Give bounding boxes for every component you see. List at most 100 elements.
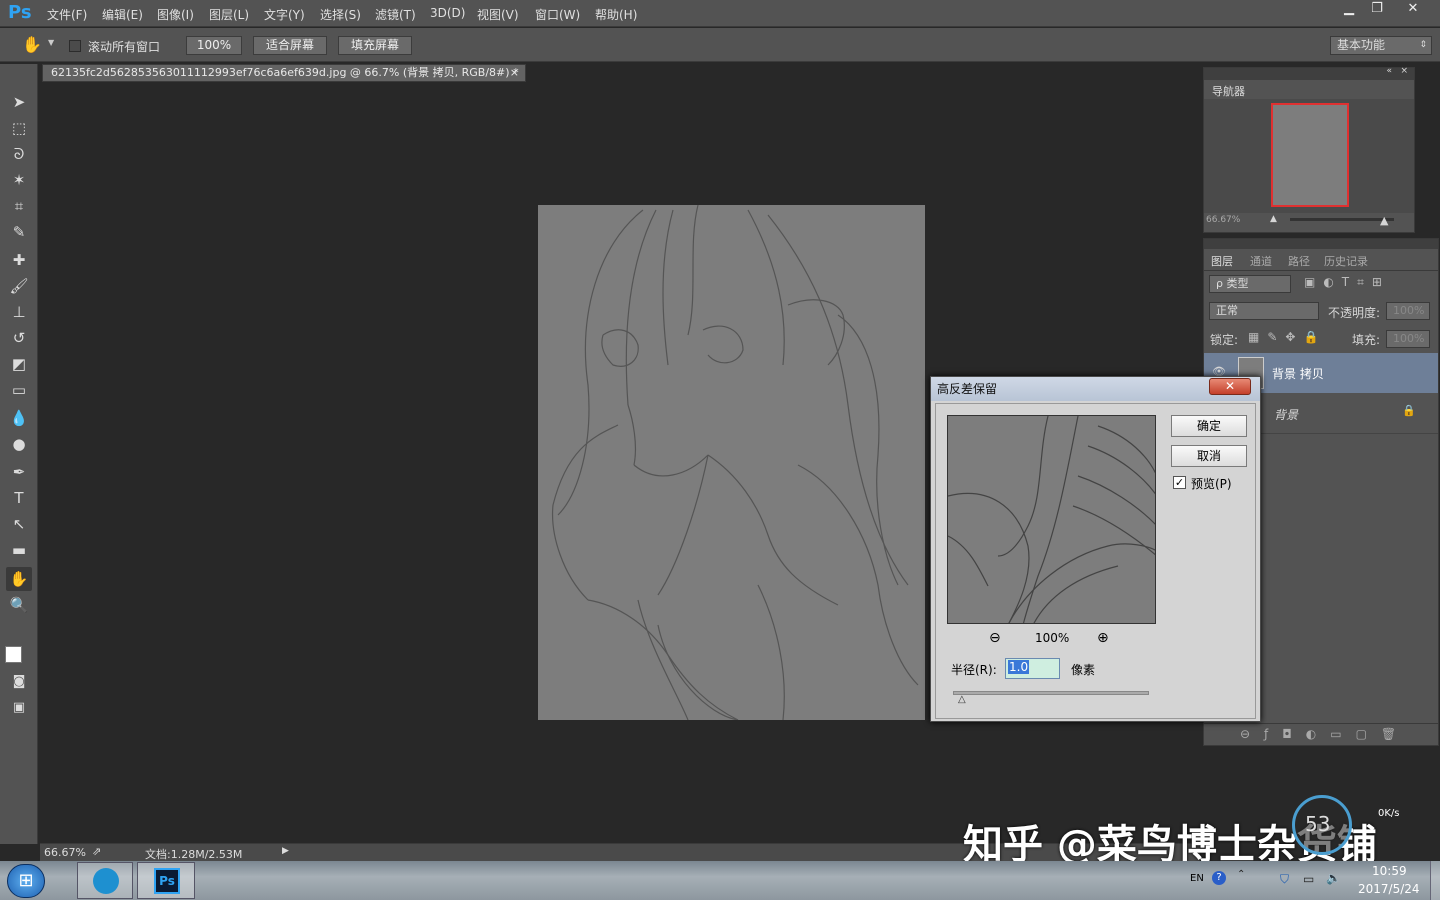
chevron-down-icon[interactable]: ▼ xyxy=(48,38,54,47)
zoom-icon[interactable]: 🔍 xyxy=(6,593,32,617)
menu-help[interactable]: 帮助(H) xyxy=(595,6,637,23)
dialog-close-button[interactable]: ✕ xyxy=(1209,378,1251,395)
radius-input[interactable]: 1.0 xyxy=(1005,658,1060,679)
filter-icons[interactable]: ▣◐T⌗⊞ xyxy=(1304,275,1390,290)
fill-input[interactable]: 100% xyxy=(1386,330,1430,348)
layer-action-icons[interactable]: ⊖ƒ◘◐▭▢🗑 xyxy=(1240,727,1410,741)
blur-icon[interactable]: 💧 xyxy=(6,406,32,430)
move-icon[interactable]: ➤ xyxy=(6,90,32,114)
history-brush-icon[interactable]: ↺ xyxy=(6,326,32,350)
pen-icon[interactable]: ✒ xyxy=(6,460,32,484)
tab-layers[interactable]: 图层 xyxy=(1207,251,1243,269)
opacity-input[interactable]: 100% xyxy=(1386,302,1430,320)
navigator-zoom[interactable]: 66.67% xyxy=(1206,215,1240,225)
lang-indicator[interactable]: EN xyxy=(1190,873,1204,884)
blend-mode-select[interactable]: 正常 xyxy=(1209,302,1319,320)
quick-mask-icon[interactable]: ◙ xyxy=(6,670,32,694)
radius-unit: 像素 xyxy=(1071,663,1096,677)
menu-view[interactable]: 视图(V) xyxy=(477,6,519,23)
shape-icon[interactable]: ▬ xyxy=(6,538,32,562)
clock-date[interactable]: 2017/5/24 xyxy=(1358,882,1420,896)
tab-paths[interactable]: 路径 xyxy=(1288,253,1310,269)
navigator-zoom-slider[interactable] xyxy=(1290,218,1394,221)
screen-mode-icon[interactable]: ▣ xyxy=(6,696,32,720)
menu-window[interactable]: 窗口(W) xyxy=(535,6,580,23)
lasso-icon[interactable]: ᘐ xyxy=(6,142,32,166)
show-desktop-button[interactable] xyxy=(1430,861,1440,900)
zoom-in-icon[interactable]: ⊕ xyxy=(1097,630,1109,646)
navigator-viewport-box[interactable] xyxy=(1271,103,1349,207)
brush-icon[interactable]: 🖌 xyxy=(6,274,32,298)
zoom-out-mountain-icon[interactable]: ▲ xyxy=(1270,214,1277,224)
menu-file[interactable]: 文件(F) xyxy=(47,6,87,23)
restore-button[interactable]: ❐ xyxy=(1362,0,1392,20)
dodge-icon[interactable]: ● xyxy=(6,432,32,456)
help-icon[interactable]: ? xyxy=(1212,871,1226,885)
windows-start-icon[interactable]: ⊞ xyxy=(7,864,45,898)
menu-filter[interactable]: 滤镜(T) xyxy=(375,6,416,23)
status-menu-arrow-icon[interactable]: ▶ xyxy=(282,846,289,856)
line-art-image xyxy=(551,204,919,721)
tray-arrow-icon[interactable]: ⌃ xyxy=(1237,869,1245,880)
network-icon[interactable]: ▭ xyxy=(1303,872,1314,886)
type-icon[interactable]: T xyxy=(6,486,32,510)
magic-wand-icon[interactable]: ✶ xyxy=(6,168,32,192)
eyedropper-icon[interactable]: ✎ xyxy=(6,220,32,244)
menu-edit[interactable]: 编辑(E) xyxy=(102,6,143,23)
taskbar-app-browser[interactable] xyxy=(77,862,133,899)
healing-icon[interactable]: ✚ xyxy=(6,248,32,272)
radius-slider-track[interactable] xyxy=(953,691,1149,695)
zoom-in-mountain-icon[interactable]: ▲ xyxy=(1380,214,1388,227)
menu-type[interactable]: 文字(Y) xyxy=(264,6,305,23)
navigator-panel-header: « × xyxy=(1204,66,1414,80)
workspace-select[interactable]: 基本功能 ⇕ xyxy=(1330,36,1432,55)
share-icon[interactable]: ⇗ xyxy=(92,845,101,858)
zoom-out-icon[interactable]: ⊖ xyxy=(989,630,1001,646)
document-tab[interactable]: 62135fc2d562853563011112993ef76c6a6ef639… xyxy=(42,64,526,82)
zoom-100-button[interactable]: 100% xyxy=(186,36,242,55)
security-icon[interactable]: ⛉ xyxy=(1280,872,1289,887)
layer-filter-select[interactable]: ρ 类型 xyxy=(1209,275,1291,293)
status-zoom[interactable]: 66.67% xyxy=(44,846,86,859)
taskbar-app-photoshop[interactable]: Ps xyxy=(137,862,195,899)
cancel-button[interactable]: 取消 xyxy=(1171,445,1247,467)
marquee-icon[interactable]: ⬚ xyxy=(6,116,32,140)
fill-screen-button[interactable]: 填充屏幕 xyxy=(338,36,412,55)
taskbar: ⊞ Ps EN ? ⌃ ⛉ ▭ 🔈 10:59 2017/5/24 xyxy=(0,861,1440,900)
close-tab-icon[interactable]: × xyxy=(510,65,519,81)
dialog-preview[interactable] xyxy=(947,415,1156,624)
clock-time[interactable]: 10:59 xyxy=(1372,864,1407,878)
crop-icon[interactable]: ⌗ xyxy=(6,194,32,218)
hand-tool-icon[interactable]: ✋ xyxy=(6,567,32,591)
document-image[interactable] xyxy=(538,204,925,721)
gradient-icon[interactable]: ▭ xyxy=(6,378,32,402)
path-select-icon[interactable]: ↖ xyxy=(6,512,32,536)
volume-icon[interactable]: 🔈 xyxy=(1326,871,1341,885)
eraser-icon[interactable]: ◩ xyxy=(6,352,32,376)
tab-channels[interactable]: 通道 xyxy=(1250,253,1272,269)
foreground-color-swatch[interactable] xyxy=(5,646,22,663)
menu-image[interactable]: 图像(I) xyxy=(157,6,194,23)
close-panel-icon[interactable]: × xyxy=(1400,66,1408,76)
stamp-icon[interactable]: ⊥ xyxy=(6,300,32,324)
radius-slider-thumb[interactable]: △ xyxy=(958,694,966,705)
layer-name[interactable]: 背景 拷贝 xyxy=(1272,365,1324,382)
minimize-button[interactable]: ▁ xyxy=(1334,0,1364,20)
net-speed-gauge[interactable]: 53 xyxy=(1292,795,1352,855)
scroll-all-checkbox[interactable] xyxy=(69,40,81,52)
fit-screen-button[interactable]: 适合屏幕 xyxy=(253,36,327,55)
hand-icon[interactable]: ✋ xyxy=(22,35,42,54)
collapse-icon[interactable]: « xyxy=(1386,66,1392,76)
layer-name[interactable]: 背景 xyxy=(1274,406,1298,423)
preview-checkbox[interactable]: ✓ xyxy=(1173,476,1186,489)
menu-layer[interactable]: 图层(L) xyxy=(209,6,249,23)
tab-history[interactable]: 历史记录 xyxy=(1324,253,1368,269)
lock-options-icons[interactable]: ▦✎✥🔒 xyxy=(1248,330,1326,344)
fill-label: 填充: xyxy=(1352,333,1381,347)
navigator-tab[interactable]: 导航器 xyxy=(1208,81,1264,99)
menu-3d[interactable]: 3D(D) xyxy=(430,6,465,20)
menu-select[interactable]: 选择(S) xyxy=(320,6,361,23)
ok-button[interactable]: 确定 xyxy=(1171,415,1247,437)
preview-zoom-value: 100% xyxy=(1035,631,1070,645)
close-window-button[interactable]: ✕ xyxy=(1398,0,1428,20)
